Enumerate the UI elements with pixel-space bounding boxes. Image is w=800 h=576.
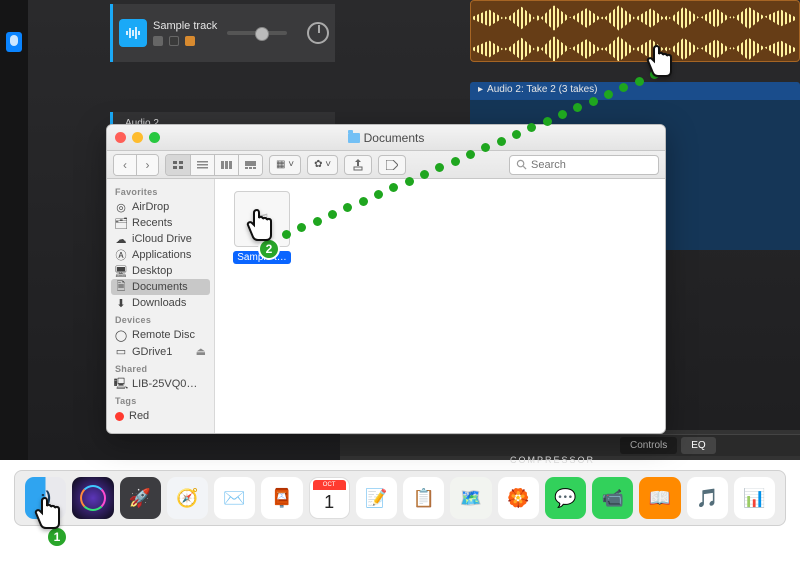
dock-itunes[interactable] xyxy=(687,477,728,519)
sidebar-section-shared: Shared xyxy=(107,360,214,376)
dock-safari[interactable] xyxy=(167,477,208,519)
sidebar-item-remote-disc[interactable]: ◯Remote Disc xyxy=(107,327,214,343)
waveform-icon xyxy=(119,19,147,47)
sidebar-section-devices: Devices xyxy=(107,311,214,327)
window-title: Documents xyxy=(364,131,425,145)
back-button[interactable]: ‹ xyxy=(114,155,136,175)
sidebar-item-applications[interactable]: ⒶApplications xyxy=(107,247,214,263)
dock-siri[interactable] xyxy=(72,477,113,519)
finder-toolbar: ‹ › ▦ ˅ ✿ ˅ xyxy=(107,151,665,179)
dock-launchpad[interactable] xyxy=(120,477,161,519)
calendar-month: OCT xyxy=(313,480,346,490)
drive-icon: ▭ xyxy=(115,346,127,358)
sidebar-item-recents[interactable]: 🗂Recents xyxy=(107,215,214,231)
dock-maps[interactable] xyxy=(450,477,491,519)
sidebar-item-airdrop[interactable]: ◎AirDrop xyxy=(107,199,214,215)
track-sample[interactable]: Sample track xyxy=(110,4,335,62)
dock-calendar[interactable]: OCT 1 xyxy=(309,477,350,519)
view-icons-button[interactable] xyxy=(166,155,190,175)
volume-slider[interactable] xyxy=(227,31,287,35)
search-icon xyxy=(516,159,527,170)
finder-window[interactable]: Documents ‹ › ▦ ˅ ✿ ˅ Favorites ◎AirDrop… xyxy=(106,124,666,434)
sidebar-item-icloud[interactable]: ☁︎iCloud Drive xyxy=(107,231,214,247)
calendar-day: 1 xyxy=(310,492,349,513)
dock-contacts[interactable] xyxy=(261,477,302,519)
tab-eq[interactable]: EQ xyxy=(681,437,715,454)
pan-knob[interactable] xyxy=(307,22,329,44)
dock-notes[interactable] xyxy=(356,477,397,519)
search-input[interactable] xyxy=(531,159,652,171)
forward-button[interactable]: › xyxy=(136,155,158,175)
recents-icon: 🗂 xyxy=(115,217,127,229)
sidebar-item-desktop[interactable]: 🖥Desktop xyxy=(107,263,214,279)
finder-content[interactable]: Sample t… xyxy=(215,179,665,433)
view-gallery-button[interactable] xyxy=(238,155,262,175)
downloads-icon: ⬇︎ xyxy=(115,297,127,309)
documents-icon: 🗎 xyxy=(115,281,127,293)
finder-sidebar: Favorites ◎AirDrop 🗂Recents ☁︎iCloud Dri… xyxy=(107,179,215,433)
tags-button[interactable] xyxy=(378,155,406,175)
eject-icon[interactable]: ⏏ xyxy=(196,345,206,358)
sidebar-item-shared[interactable]: 🖳LIB-25VQ0… xyxy=(107,376,214,392)
sidebar-item-tag-red[interactable]: Red xyxy=(107,408,214,424)
share-button[interactable] xyxy=(344,155,372,175)
dock-numbers[interactable] xyxy=(734,477,775,519)
dock-reminders[interactable] xyxy=(403,477,444,519)
dock: OCT 1 xyxy=(14,470,786,526)
sidebar-item-gdrive[interactable]: ▭GDrive1⏏ xyxy=(107,343,214,360)
tab-controls[interactable]: Controls xyxy=(620,437,677,454)
track-name: Sample track xyxy=(153,20,217,33)
cloud-icon: ☁︎ xyxy=(115,233,127,245)
sidebar-section-favorites: Favorites xyxy=(107,183,214,199)
take-folder-header[interactable]: ▸Audio 2: Take 2 (3 takes) xyxy=(470,82,800,100)
record-enable-icon[interactable] xyxy=(185,36,195,46)
view-columns-button[interactable] xyxy=(214,155,238,175)
applications-icon: Ⓐ xyxy=(115,249,127,261)
pointer-step2 xyxy=(240,204,280,248)
sidebar-section-tags: Tags xyxy=(107,392,214,408)
finder-titlebar[interactable]: Documents xyxy=(107,125,665,151)
action-button[interactable]: ✿ ˅ xyxy=(307,155,338,175)
dock-mail[interactable] xyxy=(214,477,255,519)
folder-icon xyxy=(348,133,360,143)
desktop-icon: 🖥 xyxy=(115,265,127,277)
dock-ibooks[interactable] xyxy=(639,477,680,519)
plugin-title: COMPRESSOR xyxy=(510,455,595,465)
daw-left-rail xyxy=(0,0,28,460)
dock-photos[interactable] xyxy=(498,477,539,519)
solo-icon[interactable] xyxy=(169,36,179,46)
dock-messages[interactable] xyxy=(545,477,586,519)
tag-red-icon xyxy=(115,412,124,421)
sidebar-item-downloads[interactable]: ⬇︎Downloads xyxy=(107,295,214,311)
sidebar-item-documents[interactable]: 🗎Documents xyxy=(111,279,210,295)
group-by-button[interactable]: ▦ ˅ xyxy=(269,155,301,175)
mute-icon[interactable] xyxy=(153,36,163,46)
pointer-source xyxy=(640,40,680,84)
audio-region[interactable] xyxy=(470,0,800,62)
pointer-step1 xyxy=(28,492,68,536)
view-list-button[interactable] xyxy=(190,155,214,175)
disc-icon: ◯ xyxy=(115,329,127,341)
airdrop-icon: ◎ xyxy=(115,201,127,213)
dock-facetime[interactable] xyxy=(592,477,633,519)
computer-icon: 🖳 xyxy=(115,378,127,390)
input-channel-icon[interactable] xyxy=(6,32,22,52)
inspector-tabs: Controls EQ xyxy=(340,434,800,456)
